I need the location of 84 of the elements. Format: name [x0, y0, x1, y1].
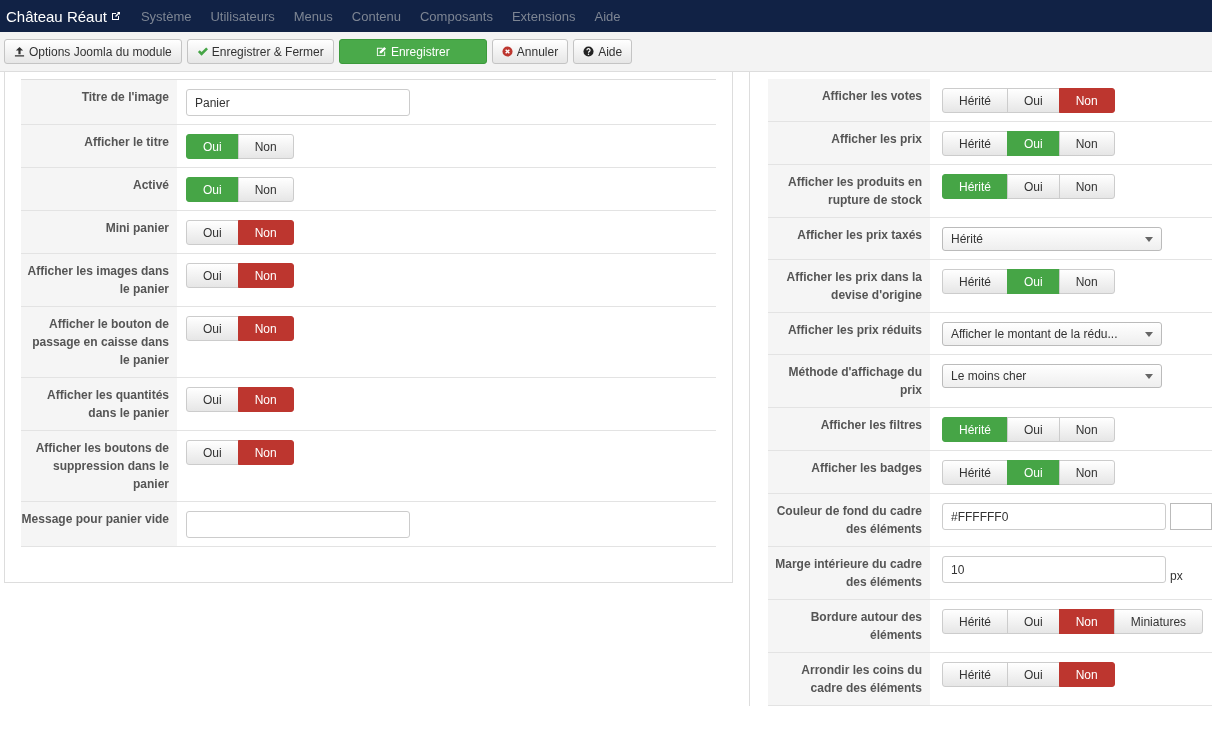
caret-icon — [1145, 236, 1153, 242]
site-title[interactable]: Château Réaut — [6, 7, 107, 25]
toggle-option[interactable]: Non — [1058, 609, 1115, 634]
help-icon — [583, 46, 595, 57]
toggle-option[interactable]: Oui — [1007, 88, 1060, 113]
toggle-option[interactable]: Non — [1058, 269, 1115, 294]
field-label: Titre de l'image — [81, 89, 169, 106]
upload-icon — [14, 46, 25, 57]
dropdown[interactable]: Le moins cher — [942, 364, 1162, 388]
menu-item[interactable]: Extensions — [511, 8, 576, 24]
field-label: Couleur de fond du cadre des éléments — [775, 503, 922, 538]
toggle-option[interactable]: Non — [1058, 131, 1115, 156]
field-label: Bordure autour des éléments — [809, 609, 922, 644]
field-label: Afficher les badges — [811, 460, 922, 477]
field-label: Afficher le bouton de passage en caisse dans le panier — [31, 316, 169, 369]
field-label: Afficher les prix taxés — [797, 227, 922, 244]
external-link-icon — [110, 11, 121, 21]
menu-item[interactable]: Composants — [419, 8, 493, 24]
toggle-option[interactable]: Oui — [186, 220, 239, 245]
toggle-option[interactable]: Non — [1058, 417, 1115, 442]
field-label: Afficher les boutons de suppression dans le panier — [34, 440, 169, 493]
toggle-option[interactable]: Hérité — [942, 88, 1008, 113]
field-label: Activé — [132, 177, 169, 194]
toggle-option[interactable]: Oui — [1007, 174, 1060, 199]
unit-label: px — [1170, 569, 1183, 583]
toggle-option[interactable]: Hérité — [942, 460, 1008, 485]
toggle-option[interactable]: Oui — [1007, 609, 1060, 634]
toggle-option[interactable]: Non — [237, 177, 294, 202]
toggle-option[interactable]: Non — [237, 134, 294, 159]
cancel-icon — [501, 46, 513, 57]
menu-item[interactable]: Aide — [594, 8, 621, 24]
toggle-option[interactable]: Non — [1058, 662, 1115, 687]
field-label: Afficher les prix dans la devise d'origine — [785, 269, 922, 304]
field-label: Afficher les filtres — [820, 417, 922, 434]
toggle-option[interactable]: Hérité — [942, 609, 1008, 634]
toggle-option[interactable]: Hérité — [942, 269, 1008, 294]
field-label: Message pour panier vide — [21, 511, 169, 528]
toggle-option[interactable]: Oui — [186, 316, 239, 341]
toggle-option[interactable]: Non — [1058, 174, 1115, 199]
field-label: Afficher les produits en rupture de stock — [786, 174, 922, 209]
toggle-option[interactable]: Non — [237, 387, 294, 412]
toggle-option[interactable]: Hérité — [942, 662, 1008, 687]
field-label: Arrondir les coins du cadre des éléments — [800, 662, 922, 697]
toggle-option[interactable]: Oui — [186, 263, 239, 288]
menu-item[interactable]: Contenu — [351, 8, 401, 24]
field-label: Méthode d'affichage du prix — [787, 364, 922, 399]
color-field[interactable]: #FFFFFF0 — [942, 503, 1166, 530]
toggle-option[interactable]: Non — [237, 316, 294, 341]
field-label: Afficher les prix — [831, 131, 922, 148]
check-icon — [196, 46, 208, 57]
toggle-option[interactable]: Oui — [1007, 662, 1060, 687]
toggle-option[interactable]: Oui — [186, 440, 239, 465]
field-label: Afficher les quantités dans le panier — [45, 387, 169, 422]
toolbar-button[interactable]: Aide — [573, 39, 633, 64]
menu-item[interactable]: Utilisateurs — [210, 8, 275, 24]
edit-icon — [375, 46, 387, 57]
field-label: Afficher les images dans le panier — [26, 263, 169, 298]
text-field[interactable]: Panier — [186, 89, 410, 116]
menu-item[interactable]: Système — [140, 8, 192, 24]
toggle-option[interactable]: Non — [237, 263, 294, 288]
color-swatch[interactable] — [1170, 503, 1212, 530]
toggle-option[interactable]: Non — [237, 220, 294, 245]
caret-icon — [1145, 331, 1153, 337]
field-label: Mini panier — [105, 220, 169, 237]
toggle-option[interactable]: Non — [1058, 88, 1115, 113]
number-field[interactable]: 10 — [942, 556, 1166, 583]
text-field[interactable] — [186, 511, 410, 538]
field-label: Afficher le titre — [84, 134, 169, 151]
toggle-option[interactable]: Miniatures — [1113, 609, 1204, 634]
toggle-option[interactable]: Non — [1058, 460, 1115, 485]
field-label: Afficher les prix réduits — [787, 322, 922, 339]
caret-icon — [1145, 373, 1153, 379]
toolbar-button[interactable]: Annuler — [491, 39, 569, 64]
toggle-option[interactable]: Oui — [186, 387, 239, 412]
toolbar-button[interactable]: Enregistrer & Fermer — [186, 39, 334, 64]
field-label: Marge intérieure du cadre des éléments — [774, 556, 922, 591]
field-label: Afficher les votes — [821, 88, 922, 105]
dropdown[interactable]: Hérité — [942, 227, 1162, 251]
toggle-option[interactable]: Non — [237, 440, 294, 465]
menu-item[interactable]: Menus — [293, 8, 333, 24]
toggle-option[interactable]: Oui — [1007, 417, 1060, 442]
toolbar-button[interactable]: Options Joomla du module — [4, 39, 182, 64]
toggle-option[interactable]: Hérité — [942, 131, 1008, 156]
dropdown[interactable]: Afficher le montant de la rédu... — [942, 322, 1162, 346]
